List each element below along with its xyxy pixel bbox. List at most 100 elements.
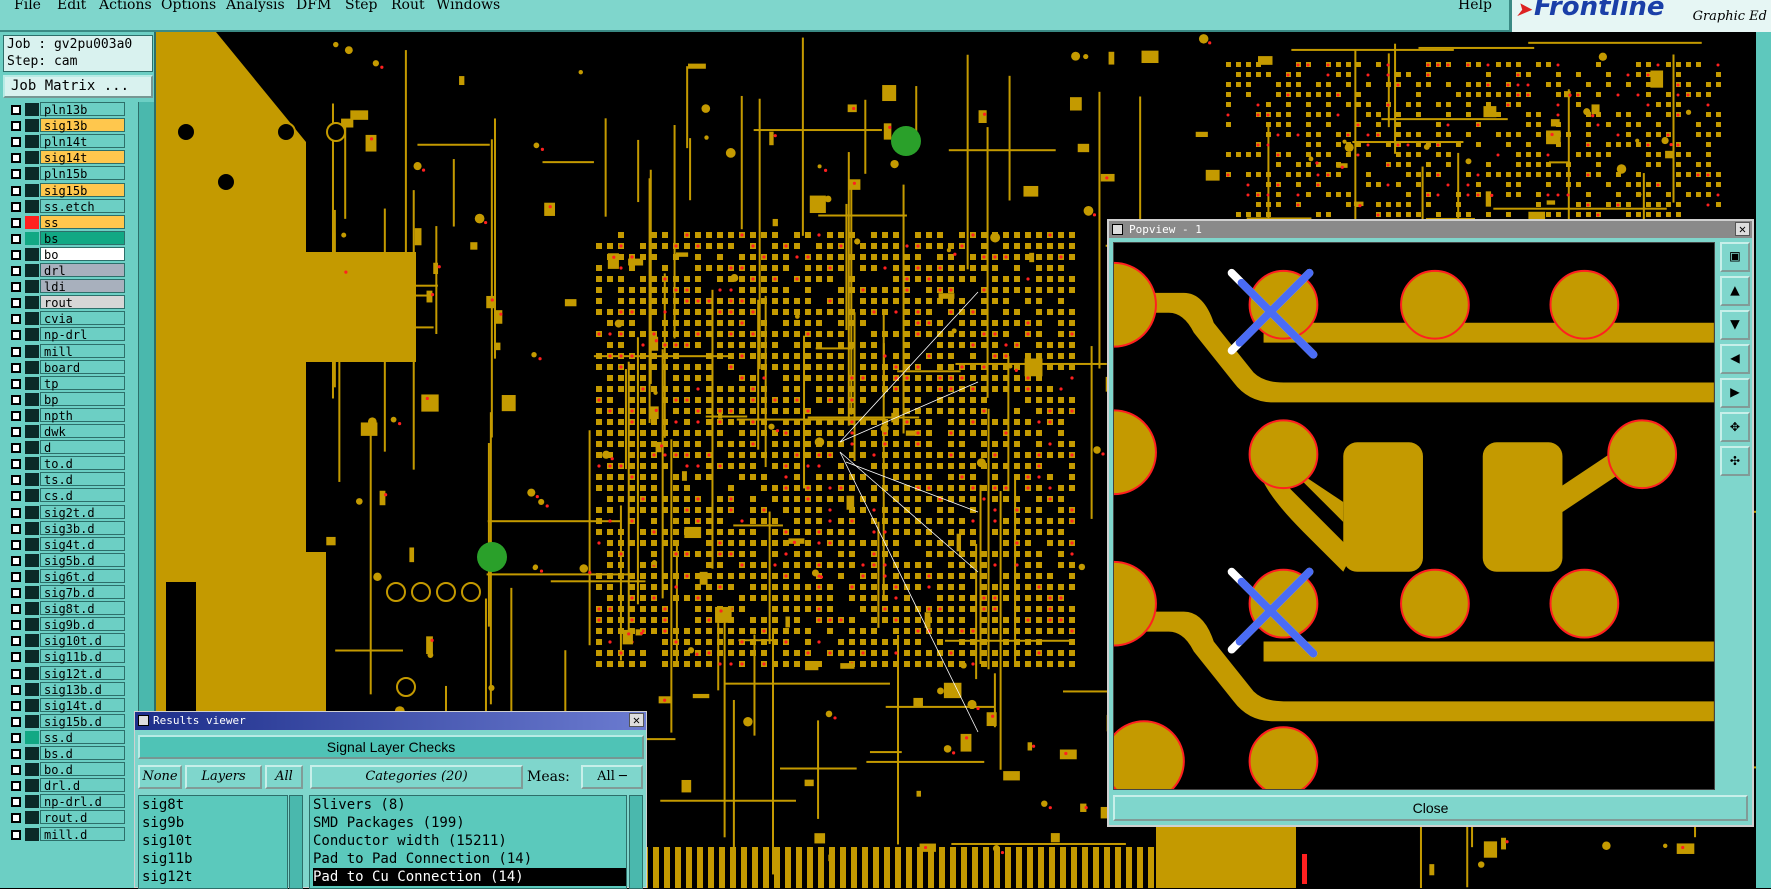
- layer-row[interactable]: sig12t.d: [3, 665, 125, 681]
- layer-name[interactable]: drl.d: [40, 778, 125, 793]
- layer-row[interactable]: ss.d: [3, 729, 125, 745]
- layer-color-swatch[interactable]: [25, 392, 39, 406]
- layer-name[interactable]: bp: [40, 391, 125, 407]
- layer-row[interactable]: sig14t: [3, 150, 125, 165]
- zoom-out-icon[interactable]: ▼: [1720, 310, 1750, 340]
- menu-actions[interactable]: Actions: [99, 0, 152, 13]
- layer-checkbox[interactable]: [11, 684, 21, 695]
- layer-row[interactable]: sig9b.d: [3, 617, 125, 632]
- layer-row[interactable]: sig10t.d: [3, 633, 125, 648]
- layer-color-swatch[interactable]: [25, 634, 39, 648]
- menu-options[interactable]: Options: [161, 0, 216, 13]
- layer-checkbox[interactable]: [11, 137, 21, 148]
- layer-color-swatch[interactable]: [25, 618, 39, 632]
- layer-checkbox[interactable]: [11, 700, 21, 711]
- layer-row[interactable]: tp: [3, 375, 125, 391]
- layer-checkbox[interactable]: [11, 588, 21, 598]
- layer-name[interactable]: sig3b.d: [40, 520, 125, 536]
- layer-row[interactable]: ss.etch: [3, 198, 125, 214]
- layer-color-swatch[interactable]: [25, 537, 39, 551]
- layer-color-swatch[interactable]: [25, 119, 39, 133]
- results-layer-list[interactable]: sig8t sig9b sig10t sig11b sig12t: [138, 795, 288, 889]
- layer-color-swatch[interactable]: [25, 811, 39, 825]
- menu-windows[interactable]: Windows: [436, 0, 500, 13]
- layer-color-swatch[interactable]: [25, 553, 39, 567]
- close-icon[interactable]: ✕: [1735, 222, 1750, 236]
- layer-name[interactable]: pln14t: [40, 134, 125, 149]
- layer-name[interactable]: d: [40, 440, 125, 455]
- layer-name[interactable]: sig14t: [40, 150, 125, 165]
- layer-checkbox[interactable]: [11, 813, 21, 824]
- layer-color-swatch[interactable]: [25, 215, 39, 229]
- layer-list-scrollbar[interactable]: [289, 795, 303, 889]
- layer-color-swatch[interactable]: [25, 360, 39, 374]
- layer-checkbox[interactable]: [11, 829, 21, 840]
- layer-row[interactable]: sig14t.d: [3, 697, 125, 713]
- layer-row[interactable]: sig2t.d: [3, 504, 125, 520]
- results-category-item[interactable]: Conductor width (15211): [313, 832, 626, 850]
- layer-name[interactable]: pln15b: [40, 166, 125, 181]
- layer-name[interactable]: sig15b: [40, 182, 125, 198]
- layer-checkbox[interactable]: [11, 668, 21, 679]
- layer-name[interactable]: sig5b.d: [40, 552, 125, 568]
- layer-color-swatch[interactable]: [25, 714, 39, 728]
- layer-name[interactable]: sig15b.d: [40, 713, 125, 729]
- layer-name[interactable]: npth: [40, 407, 125, 423]
- layer-name[interactable]: bs.d: [40, 746, 125, 761]
- layer-checkbox[interactable]: [11, 459, 21, 470]
- layer-name[interactable]: mill: [40, 343, 125, 359]
- layer-name[interactable]: ss: [40, 214, 125, 230]
- layer-checkbox[interactable]: [11, 185, 21, 196]
- layer-color-swatch[interactable]: [25, 763, 39, 777]
- menu-rout[interactable]: Rout: [391, 0, 425, 13]
- layer-row[interactable]: pln13b: [3, 102, 125, 117]
- window-menu-icon[interactable]: [1112, 224, 1123, 235]
- layer-row[interactable]: cs.d: [3, 488, 125, 503]
- layer-name[interactable]: sig9b.d: [40, 617, 125, 632]
- layer-row[interactable]: sig13b.d: [3, 681, 125, 697]
- layer-row[interactable]: sig4t.d: [3, 536, 125, 552]
- results-category-list[interactable]: Slivers (8) SMD Packages (199) Conductor w…: [309, 795, 627, 889]
- menu-edit[interactable]: Edit: [57, 0, 86, 13]
- categories-button[interactable]: Categories (20): [310, 765, 523, 789]
- layer-checkbox[interactable]: [11, 427, 21, 437]
- layer-checkbox[interactable]: [11, 121, 21, 132]
- layer-row[interactable]: mill.d: [3, 826, 125, 842]
- results-category-item[interactable]: Slivers (8): [313, 796, 626, 814]
- center-icon[interactable]: ✣: [1720, 446, 1750, 476]
- menu-dfm[interactable]: DFM: [296, 0, 331, 13]
- all-button[interactable]: All: [265, 765, 303, 789]
- layer-checkbox[interactable]: [11, 378, 21, 389]
- layer-checkbox[interactable]: [11, 443, 21, 454]
- layer-row[interactable]: ldi: [3, 279, 125, 294]
- layer-color-swatch[interactable]: [25, 280, 39, 294]
- layer-name[interactable]: sig4t.d: [40, 536, 125, 552]
- layer-name[interactable]: np-drl: [40, 327, 125, 342]
- layer-color-swatch[interactable]: [25, 521, 39, 535]
- layer-color-swatch[interactable]: [25, 489, 39, 503]
- layer-row[interactable]: pln15b: [3, 166, 125, 181]
- pan-right-icon[interactable]: ▶: [1720, 378, 1750, 408]
- job-matrix-button[interactable]: Job Matrix ...: [3, 75, 153, 98]
- none-button[interactable]: None: [138, 765, 182, 789]
- layer-row[interactable]: mill: [3, 343, 125, 359]
- layer-row[interactable]: npth: [3, 407, 125, 423]
- menu-step[interactable]: Step: [345, 0, 377, 13]
- layer-name[interactable]: ss.d: [40, 729, 125, 745]
- layer-name[interactable]: bs: [40, 230, 125, 246]
- layer-name[interactable]: np-drl.d: [40, 794, 125, 809]
- zoom-home-icon[interactable]: ▣: [1720, 242, 1750, 272]
- layer-name[interactable]: cs.d: [40, 488, 125, 503]
- layer-color-swatch[interactable]: [25, 376, 39, 390]
- layer-color-swatch[interactable]: [25, 698, 39, 712]
- layer-color-swatch[interactable]: [25, 747, 39, 760]
- layer-color-swatch[interactable]: [25, 666, 39, 680]
- layer-name[interactable]: sig13b: [40, 118, 125, 133]
- layer-color-swatch[interactable]: [25, 602, 39, 616]
- results-layer-item[interactable]: sig12t: [142, 868, 287, 886]
- layer-checkbox[interactable]: [11, 781, 21, 792]
- layer-color-swatch[interactable]: [25, 167, 39, 181]
- layer-color-swatch[interactable]: [25, 505, 39, 519]
- layer-name[interactable]: sig7b.d: [40, 585, 125, 600]
- layer-row[interactable]: d: [3, 440, 125, 455]
